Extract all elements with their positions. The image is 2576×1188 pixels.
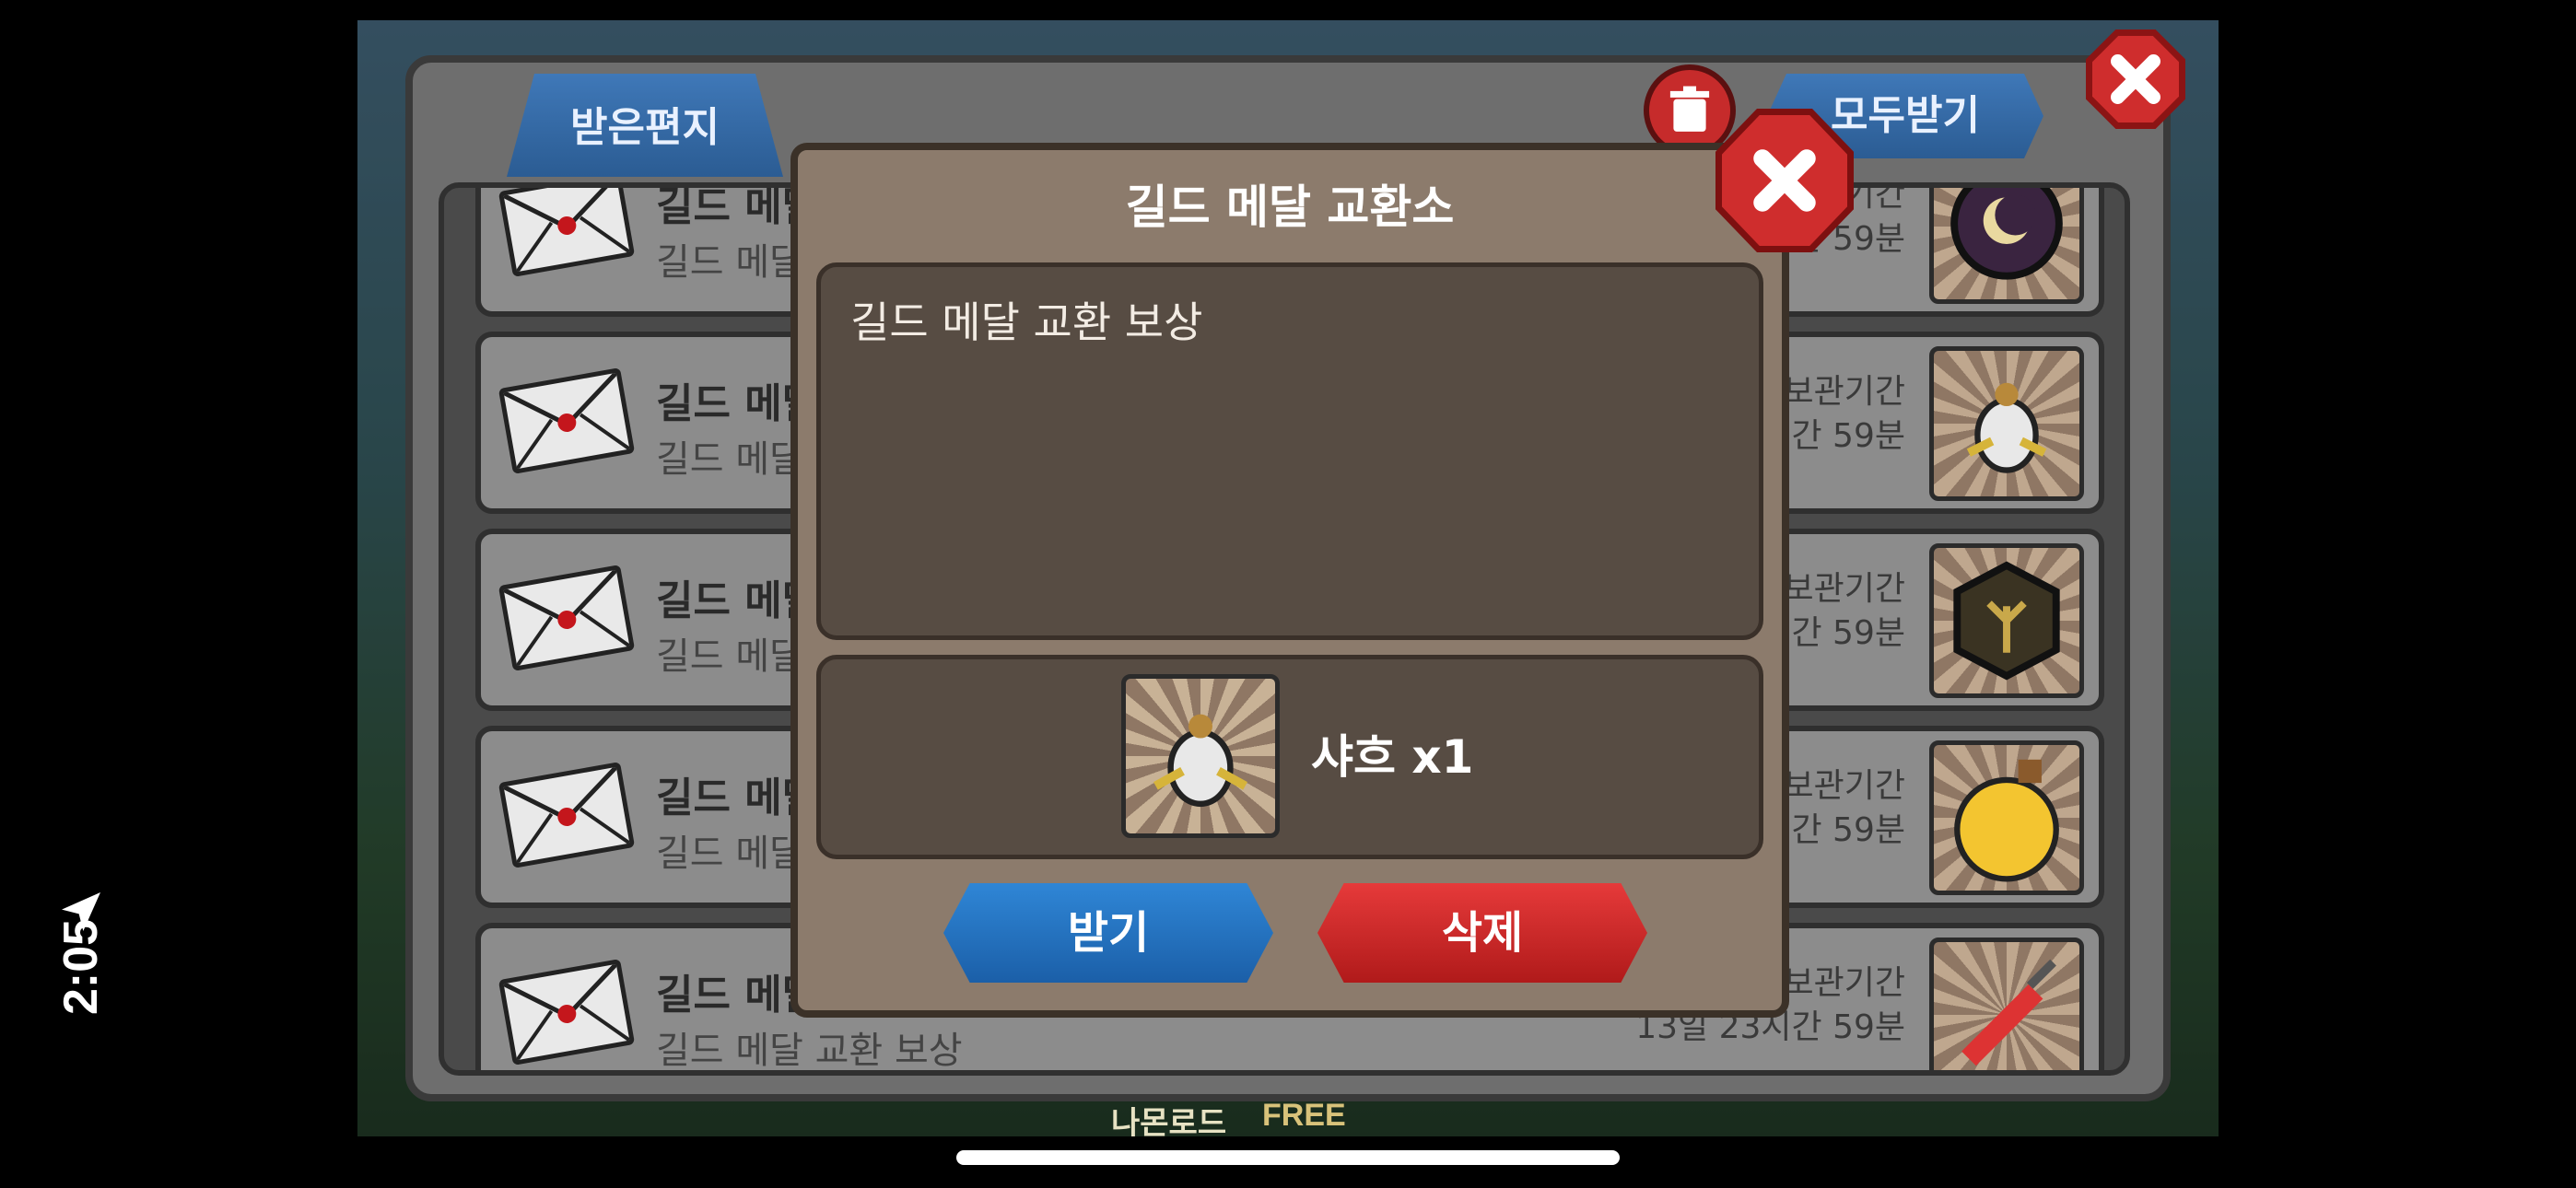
guild-medal-exchange-modal: 길드 메달 교환소 길드 메달 교환 보상 샤흐 x1 받기 삭제 (790, 143, 1789, 1018)
message-box: 길드 메달 교환 보상 (816, 262, 1763, 640)
mail-subtitle: 길드 메달 교환 보상 (656, 1030, 963, 1072)
delete-button[interactable]: 삭제 (1317, 883, 1647, 983)
free-label: FREE (1262, 1098, 1346, 1133)
dark-orb-icon (1929, 188, 2084, 304)
mail-subtitle: 길드 메달 (656, 241, 803, 284)
mail-subtitle: 길드 메달 (656, 438, 803, 481)
trash-icon (1669, 86, 1710, 132)
modal-title: 길드 메달 교환소 (1125, 181, 1455, 234)
home-indicator[interactable] (956, 1150, 1620, 1165)
reward-box: 샤흐 x1 (816, 655, 1763, 859)
status-time: 2:05 (54, 918, 108, 1016)
egg-icon (1121, 674, 1280, 838)
mail-subtitle: 길드 메달 (656, 635, 803, 678)
envelope-icon (498, 188, 636, 277)
accept-button[interactable]: 받기 (943, 883, 1273, 983)
envelope-icon (498, 565, 636, 671)
egg-icon (1929, 346, 2084, 501)
mail-subtitle: 길드 메달 (656, 833, 803, 875)
envelope-icon (498, 762, 636, 868)
envelope-icon (498, 367, 636, 474)
envelope-icon (498, 959, 636, 1066)
syringe-icon (1929, 938, 2084, 1070)
modal-message: 길드 메달 교환 보상 (850, 297, 1203, 347)
reward-name: 샤흐 x1 (1311, 730, 1474, 784)
game-bottom-label: 나몬로드 (1111, 1106, 1227, 1136)
tree-emblem-icon (1929, 543, 2084, 698)
tab-received-mail[interactable]: 받은편지 (507, 74, 783, 177)
potion-icon (1929, 740, 2084, 895)
